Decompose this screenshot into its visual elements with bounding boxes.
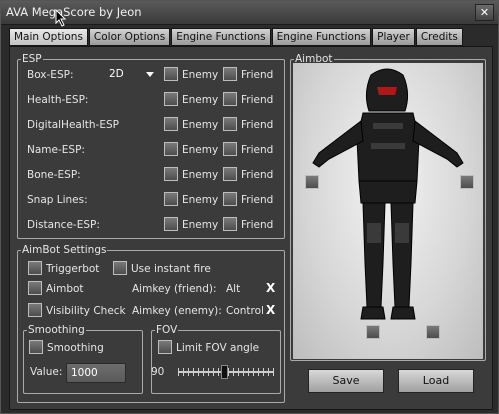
- bone-esp-enemy-label: Enemy: [182, 169, 219, 181]
- window-title: AVA MegaScore by Jeon: [6, 5, 142, 19]
- digitalhealth-esp-enemy-checkbox[interactable]: [164, 117, 178, 131]
- smoothing-legend: Smoothing: [27, 324, 86, 336]
- box-esp-friend-checkbox[interactable]: [223, 67, 237, 81]
- name-esp-enemy-label: Enemy: [182, 144, 219, 156]
- smoothing-label: Smoothing: [47, 342, 104, 354]
- aimbot-settings-group: AimBot Settings Triggerbot Use instant f…: [17, 244, 285, 403]
- aimbot-preview-group: Aimbot: [290, 53, 486, 361]
- smoothing-group: Smoothing Smoothing Value: 1000: [23, 324, 143, 394]
- snap-lines-enemy-checkbox[interactable]: [164, 192, 178, 206]
- digitalhealth-esp-enemy-label: Enemy: [182, 119, 219, 131]
- visibility-check-label: Visibility Check: [46, 305, 126, 317]
- name-esp-enemy-checkbox[interactable]: [164, 142, 178, 156]
- distance-esp-friend-checkbox[interactable]: [223, 217, 237, 231]
- tab-credits[interactable]: Credits: [415, 28, 463, 46]
- digitalhealth-esp-friend-label: Friend: [241, 119, 274, 131]
- distance-esp-enemy-checkbox[interactable]: [164, 217, 178, 231]
- health-esp-friend-label: Friend: [241, 94, 274, 106]
- box-esp-dropdown-value: 2D: [109, 68, 124, 80]
- name-esp-label: Name-ESP:: [27, 144, 85, 156]
- snap-lines-label: Snap Lines:: [27, 194, 88, 206]
- esp-legend: ESP: [21, 53, 43, 65]
- close-button[interactable]: ✕: [475, 4, 494, 21]
- app-window: AVA MegaScore by Jeon ✕ Main Options Col…: [0, 0, 499, 414]
- limit-fov-label: Limit FOV angle: [176, 342, 260, 354]
- tab-main-options[interactable]: Main Options: [9, 28, 88, 46]
- box-esp-label: Box-ESP:: [27, 69, 74, 81]
- bone-esp-friend-checkbox[interactable]: [223, 167, 237, 181]
- title-bar[interactable]: AVA MegaScore by Jeon ✕: [1, 1, 498, 25]
- triggerbot-checkbox[interactable]: [28, 261, 42, 275]
- snap-lines-enemy-label: Enemy: [182, 194, 219, 206]
- health-esp-friend-checkbox[interactable]: [223, 92, 237, 106]
- save-button[interactable]: Save: [308, 369, 384, 393]
- chevron-down-icon: [146, 72, 154, 77]
- instant-fire-checkbox[interactable]: [113, 261, 127, 275]
- aimkey-enemy-label: Aimkey (enemy):: [132, 305, 222, 317]
- fov-slider[interactable]: [178, 365, 274, 379]
- load-button[interactable]: Load: [398, 369, 474, 393]
- name-esp-friend-label: Friend: [241, 144, 274, 156]
- aimbot-label: Aimbot: [46, 283, 84, 295]
- aimbot-checkbox[interactable]: [28, 281, 42, 295]
- health-esp-label: Health-ESP:: [27, 94, 89, 106]
- tab-engine-functions-2[interactable]: Engine Functions: [271, 28, 372, 46]
- distance-esp-friend-label: Friend: [241, 219, 274, 231]
- preview-right-foot-checkbox[interactable]: [426, 325, 440, 339]
- aimkey-enemy-value[interactable]: Control: [226, 305, 264, 317]
- bone-esp-label: Bone-ESP:: [27, 169, 81, 181]
- snap-lines-friend-label: Friend: [241, 194, 274, 206]
- esp-group: ESP Box-ESP: 2D Enemy Friend Health-ESP:…: [17, 53, 285, 239]
- distance-esp-label: Distance-ESP:: [27, 219, 100, 231]
- aimkey-friend-clear-icon[interactable]: X: [266, 281, 275, 295]
- bone-esp-enemy-checkbox[interactable]: [164, 167, 178, 181]
- aimkey-enemy-clear-icon[interactable]: X: [266, 303, 275, 317]
- tab-color-options[interactable]: Color Options: [88, 28, 171, 46]
- fov-legend: FOV: [155, 324, 179, 336]
- health-esp-enemy-label: Enemy: [182, 94, 219, 106]
- box-esp-enemy-label: Enemy: [182, 69, 219, 81]
- triggerbot-label: Triggerbot: [46, 263, 100, 275]
- tab-engine-functions-1[interactable]: Engine Functions: [171, 28, 271, 46]
- instant-fire-label: Use instant fire: [131, 263, 211, 275]
- main-options-panel: ESP Box-ESP: 2D Enemy Friend Health-ESP:…: [9, 46, 493, 410]
- preview-right-hand-checkbox[interactable]: [460, 175, 474, 189]
- tab-player[interactable]: Player: [372, 28, 415, 46]
- character-model-image: [312, 68, 464, 320]
- fov-slider-thumb[interactable]: [221, 365, 228, 379]
- smoothing-value-input[interactable]: 1000: [66, 363, 126, 383]
- smoothing-checkbox[interactable]: [29, 340, 43, 354]
- health-esp-enemy-checkbox[interactable]: [164, 92, 178, 106]
- character-preview: [293, 63, 483, 359]
- digitalhealth-esp-friend-checkbox[interactable]: [223, 117, 237, 131]
- snap-lines-friend-checkbox[interactable]: [223, 192, 237, 206]
- distance-esp-enemy-label: Enemy: [182, 219, 219, 231]
- smoothing-value-label: Value:: [30, 366, 63, 378]
- preview-left-hand-checkbox[interactable]: [305, 175, 319, 189]
- aimbot-settings-legend: AimBot Settings: [21, 244, 108, 256]
- fov-group: FOV Limit FOV angle 90: [151, 324, 281, 394]
- name-esp-friend-checkbox[interactable]: [223, 142, 237, 156]
- preview-left-foot-checkbox[interactable]: [366, 325, 380, 339]
- fov-value-label: 90: [151, 366, 165, 378]
- bone-esp-friend-label: Friend: [241, 169, 274, 181]
- visibility-check-checkbox[interactable]: [28, 303, 42, 317]
- tab-bar: Main Options Color Options Engine Functi…: [9, 28, 464, 46]
- limit-fov-checkbox[interactable]: [158, 340, 172, 354]
- digitalhealth-esp-label: DigitalHealth-ESP: [27, 119, 119, 131]
- box-esp-enemy-checkbox[interactable]: [164, 67, 178, 81]
- box-esp-friend-label: Friend: [241, 69, 274, 81]
- mouse-cursor-icon: [55, 9, 67, 27]
- aimkey-friend-value[interactable]: Alt: [226, 283, 240, 295]
- box-esp-dropdown[interactable]: 2D: [106, 67, 158, 83]
- aimkey-friend-label: Aimkey (friend):: [132, 283, 217, 295]
